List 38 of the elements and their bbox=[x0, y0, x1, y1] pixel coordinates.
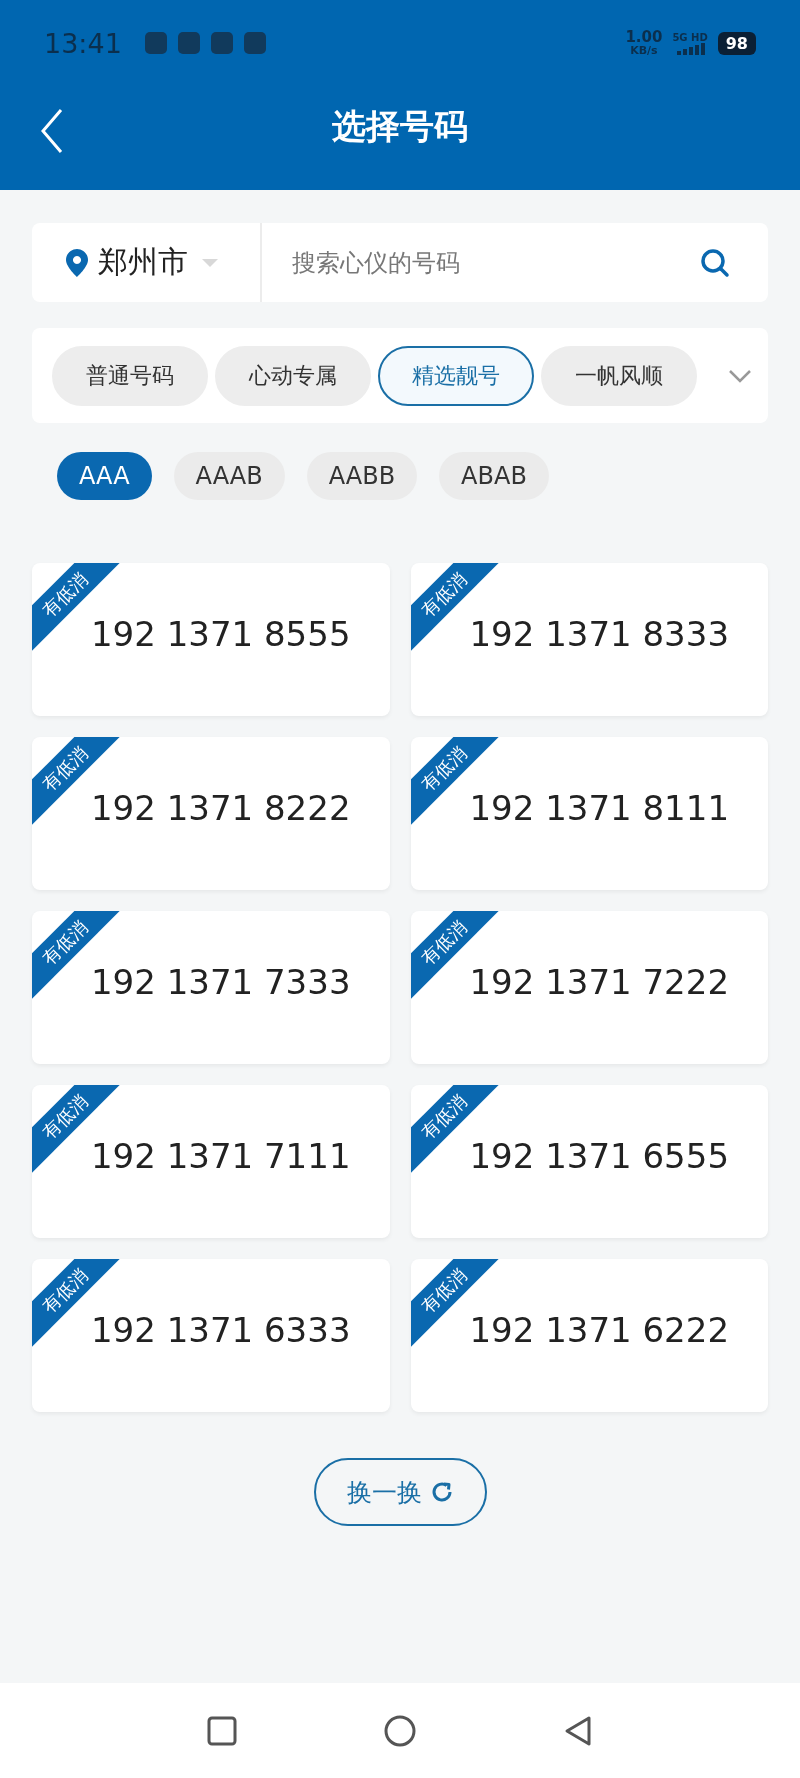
category-tab[interactable]: 普通号码 bbox=[52, 345, 208, 406]
dropdown-icon bbox=[202, 258, 218, 267]
app-icon bbox=[210, 32, 233, 54]
signal-icon bbox=[675, 42, 706, 55]
category-tab[interactable]: 心动专属 bbox=[215, 345, 371, 406]
number-card[interactable]: 有低消 192 1371 8555 bbox=[32, 563, 390, 716]
category-tab[interactable]: 精选靓号 bbox=[378, 345, 534, 406]
number-card[interactable]: 有低消 192 1371 8111 bbox=[410, 737, 768, 890]
number-card[interactable]: 有低消 192 1371 8222 bbox=[32, 737, 390, 890]
number-card[interactable]: 有低消 192 1371 6555 bbox=[410, 1085, 768, 1238]
app-icon bbox=[144, 32, 167, 54]
refresh-button[interactable]: 换一换 bbox=[313, 1458, 487, 1526]
page-title: 选择号码 bbox=[332, 105, 468, 148]
status-time: 13:41 bbox=[44, 27, 122, 59]
pattern-tab[interactable]: AAAB bbox=[173, 452, 285, 500]
pattern-tab[interactable]: ABAB bbox=[439, 452, 549, 500]
number-card[interactable]: 有低消 192 1371 7111 bbox=[32, 1085, 390, 1238]
location-pin-icon bbox=[66, 248, 88, 277]
pattern-tab[interactable]: AABB bbox=[306, 452, 418, 500]
pattern-tab[interactable]: AAA bbox=[57, 452, 152, 500]
app-icon bbox=[243, 32, 266, 54]
network-speed: 1.00 bbox=[625, 30, 663, 45]
network-type: 5G HD bbox=[672, 31, 708, 43]
search-field[interactable]: 搜索心仪的号码 bbox=[262, 247, 700, 278]
number-card[interactable]: 有低消 192 1371 8333 bbox=[410, 563, 768, 716]
number-card[interactable]: 有低消 192 1371 6222 bbox=[410, 1259, 768, 1412]
number-card[interactable]: 有低消 192 1371 6333 bbox=[32, 1259, 390, 1412]
city-selector[interactable]: 郑州市 bbox=[32, 223, 262, 302]
app-icon bbox=[177, 32, 200, 54]
number-card[interactable]: 有低消 192 1371 7333 bbox=[32, 911, 390, 1064]
number-card[interactable]: 有低消 192 1371 7222 bbox=[410, 911, 768, 1064]
chevron-down-icon[interactable] bbox=[728, 368, 752, 383]
network-speed-unit: KB/s bbox=[630, 45, 658, 56]
battery-level: 98 bbox=[717, 31, 756, 55]
category-tab[interactable]: 一帆风顺 bbox=[541, 345, 697, 406]
search-icon[interactable] bbox=[700, 247, 730, 278]
back-icon[interactable] bbox=[40, 108, 64, 154]
refresh-icon bbox=[429, 1480, 454, 1504]
